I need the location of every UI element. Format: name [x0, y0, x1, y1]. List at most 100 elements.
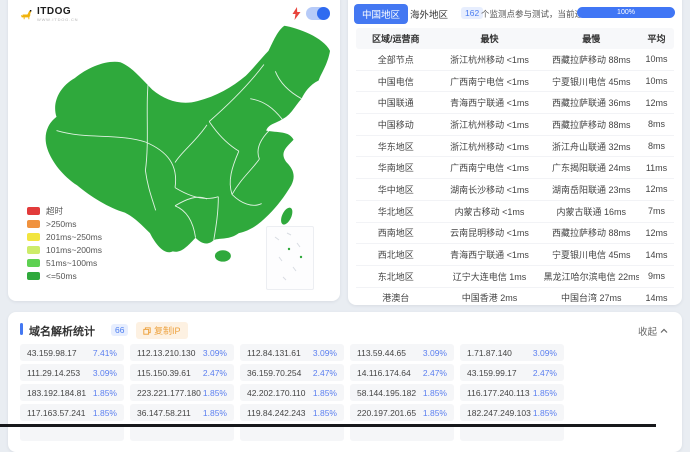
ip-cell: 43.159.99.17 2.47%: [460, 364, 564, 381]
table-row: 华南地区 广西南宁电信 <1ms 广东揭阳联通 24ms 11ms: [356, 157, 674, 180]
hainan-island[interactable]: [214, 250, 231, 262]
cell-fastest: 云南昆明移动 <1ms: [450, 228, 529, 239]
legend-item: 51ms~100ms: [27, 256, 102, 269]
table-header: 区域/运营商 最快 最慢 平均: [356, 28, 674, 49]
dns-section-title: 域名解析统计: [29, 326, 95, 338]
cell-fastest: 浙江杭州移动 <1ms: [450, 119, 529, 130]
cell-region: 华东地区: [377, 141, 414, 152]
cell-slowest: 宁夏银川电信 45ms: [552, 250, 631, 261]
cell-slowest: 黑龙江哈尔滨电信 22ms: [543, 271, 639, 282]
legend-swatch: [27, 232, 40, 241]
legend-label: <=50ms: [46, 270, 77, 281]
south-china-sea-inset: [266, 226, 314, 290]
dns-panel: 域名解析统计 66 复制IP 收起 43.159.98.17 7.41% 112…: [8, 312, 682, 452]
copy-ip-button[interactable]: 复制IP: [136, 322, 188, 339]
cell-slowest: 西藏拉萨移动 88ms: [552, 228, 631, 239]
progress-bar: 100%: [577, 7, 675, 18]
legend-item: 101ms~200ms: [27, 243, 102, 256]
cell-fastest: 内蒙古移动 <1ms: [454, 206, 525, 217]
ip-cell: 112.13.210.130 3.09%: [130, 344, 234, 361]
ip-cell: 223.221.177.180 1.85%: [130, 384, 234, 401]
section-accent-bar: [20, 323, 23, 335]
ip-percent: 3.09%: [312, 347, 337, 358]
legend-label: 201ms~250ms: [46, 231, 102, 242]
copy-ip-label: 复制IP: [154, 326, 181, 336]
ip-address: 112.84.131.61: [247, 347, 301, 358]
ip-cell: 42.202.170.110 1.85%: [240, 384, 344, 401]
ip-cell: 113.59.44.65 3.09%: [350, 344, 454, 361]
ip-address: 1.71.87.140: [467, 347, 512, 358]
legend-swatch: [27, 271, 40, 280]
cell-region: 西南地区: [377, 228, 414, 239]
cell-region: 中国联通: [377, 98, 414, 109]
taiwan-island[interactable]: [279, 206, 295, 226]
ip-cell: 36.147.58.211 1.85%: [130, 404, 234, 421]
legend-swatch: [27, 206, 40, 215]
cell-slowest: 浙江舟山联通 32ms: [552, 141, 631, 152]
column-header: 区域/运营商: [371, 34, 420, 44]
cell-slowest: 中国台湾 27ms: [561, 293, 622, 304]
ip-address: 119.84.242.243: [247, 407, 306, 418]
ip-address: 182.247.249.103: [467, 407, 531, 418]
cell-average: 9ms: [647, 271, 665, 282]
table-row: 华中地区 湖南长沙移动 <1ms 湖南岳阳联通 23ms 12ms: [356, 179, 674, 201]
cell-fastest: 湖南长沙移动 <1ms: [450, 184, 529, 195]
table-body: 全部节点 浙江杭州移动 <1ms 西藏拉萨移动 88ms 10ms 中国电信 广…: [356, 49, 674, 308]
cell-average: 8ms: [647, 119, 665, 130]
table-row: 西南地区 云南昆明移动 <1ms 西藏拉萨移动 88ms 12ms: [356, 223, 674, 245]
cell-slowest: 广东揭阳联通 24ms: [552, 163, 631, 174]
chevron-up-icon: [660, 328, 668, 333]
cell-slowest: 湖南岳阳联通 23ms: [552, 184, 631, 195]
ip-percent: 2.47%: [422, 367, 447, 378]
ip-cell: 14.116.174.64 2.47%: [350, 364, 454, 381]
cell-average: 11ms: [645, 162, 668, 173]
legend-item: >250ms: [27, 217, 102, 230]
ip-address: 43.159.98.17: [27, 347, 77, 358]
cell-average: 7ms: [647, 206, 665, 217]
legend-item: <=50ms: [27, 269, 102, 282]
table-row: 港澳台 中国香港 2ms 中国台湾 27ms 14ms: [356, 288, 674, 309]
ip-address: 43.159.99.17: [467, 367, 517, 378]
collapse-button[interactable]: 收起: [638, 324, 668, 338]
table-row: 中国移动 浙江杭州移动 <1ms 西藏拉萨移动 88ms 8ms: [356, 114, 674, 136]
ip-percent: 3.09%: [532, 347, 557, 358]
ip-address: 58.144.195.182: [357, 387, 417, 398]
ip-percent: 1.85%: [92, 387, 117, 398]
ip-percent: 1.85%: [422, 407, 447, 418]
cell-slowest: 西藏拉萨移动 88ms: [552, 54, 631, 65]
ip-address: 14.116.174.64: [357, 367, 411, 378]
collapse-label: 收起: [637, 327, 657, 338]
cell-average: 12ms: [645, 184, 668, 195]
legend-label: 101ms~200ms: [46, 244, 102, 255]
ip-percent: 1.85%: [92, 407, 117, 418]
legend-label: 51ms~100ms: [46, 257, 98, 268]
ip-percent: 3.09%: [422, 347, 447, 358]
ip-percent: 7.41%: [92, 347, 117, 358]
ip-cell: 183.192.184.81 1.85%: [20, 384, 124, 401]
tab-china-region[interactable]: 中国地区: [354, 4, 409, 24]
cell-fastest: 青海西宁联通 <1ms: [450, 98, 529, 109]
ip-percent: 1.85%: [312, 407, 337, 418]
table-row: 东北地区 辽宁大连电信 1ms 黑龙江哈尔滨电信 22ms 9ms: [356, 266, 674, 288]
legend-item: 超时: [27, 204, 102, 217]
cell-region: 中国移动: [377, 119, 414, 130]
legend-label: >250ms: [46, 218, 77, 229]
cell-average: 10ms: [645, 76, 668, 87]
ip-percent: 2.47%: [312, 367, 337, 378]
cell-fastest: 浙江杭州移动 <1ms: [450, 141, 529, 152]
ip-cell: 43.159.98.17 7.41%: [20, 344, 124, 361]
ip-percent: 3.09%: [92, 367, 117, 378]
cell-fastest: 中国香港 2ms: [461, 293, 518, 304]
map-panel: ITDOG WWW.ITDOG.CN 超时 >250ms 201ms~250ms…: [8, 0, 340, 301]
cell-average: 14ms: [645, 249, 668, 260]
cell-region: 中国电信: [377, 76, 414, 87]
cell-region: 东北地区: [377, 271, 414, 282]
node-count-badge: 162: [461, 7, 484, 19]
ip-percent: 1.85%: [422, 387, 447, 398]
copy-icon: [143, 326, 151, 335]
tab-overseas-region[interactable]: 海外地区: [410, 7, 448, 21]
ip-percent: 2.47%: [202, 367, 227, 378]
ip-cell: 111.29.14.253 3.09%: [20, 364, 124, 381]
cell-average: 12ms: [645, 97, 668, 108]
ip-cell: 116.177.240.113 1.85%: [460, 384, 564, 401]
